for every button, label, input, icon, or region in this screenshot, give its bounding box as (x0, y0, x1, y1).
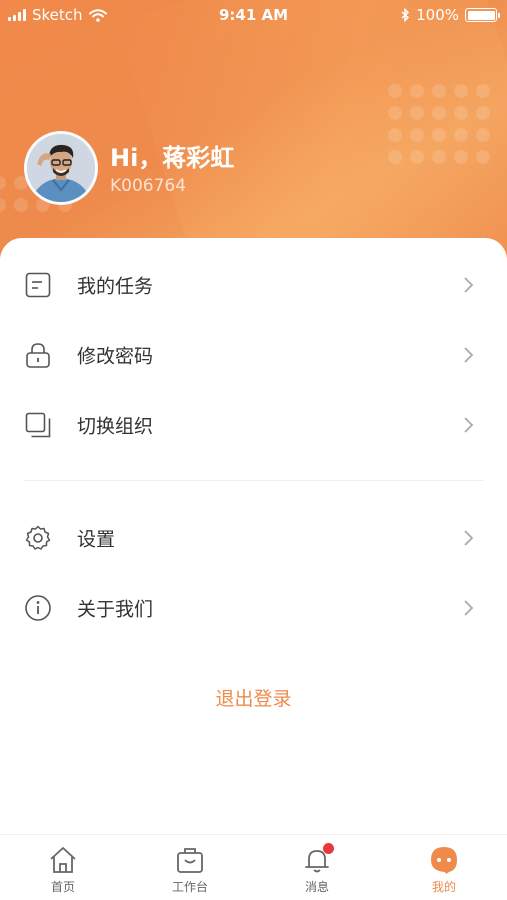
chevron-right-icon (464, 530, 474, 546)
info-icon (24, 594, 52, 622)
menu-item-label: 关于我们 (77, 598, 154, 621)
tab-label: 工作台 (171, 880, 208, 894)
chevron-right-icon (464, 600, 474, 616)
tab-label: 我的 (431, 880, 456, 894)
menu-item-my-tasks[interactable]: 我的任务 (0, 250, 507, 320)
avatar-photo (27, 134, 95, 202)
menu-divider (24, 480, 484, 481)
battery-icon (465, 8, 500, 22)
menu-item-label: 设置 (77, 528, 116, 551)
user-greeting: Hi，蒋彩虹 (110, 144, 235, 172)
task-document-icon (24, 271, 52, 299)
tab-workbench[interactable]: 工作台 (127, 835, 253, 900)
menu-item-change-password[interactable]: 修改密码 (0, 320, 507, 390)
briefcase-icon (175, 845, 205, 875)
user-id: K006764 (110, 176, 187, 196)
menu-item-label: 切换组织 (77, 415, 154, 438)
chevron-right-icon (464, 417, 474, 433)
chevron-right-icon (464, 277, 474, 293)
menu-item-switch-organization[interactable]: 切换组织 (0, 390, 507, 460)
menu-item-label: 我的任务 (77, 275, 154, 298)
notification-badge (323, 843, 334, 854)
bell-icon (302, 843, 334, 875)
chevron-right-icon (464, 347, 474, 363)
profile-header: Sketch 9:41 AM 100% Hi，蒋彩虹 K006764 (0, 0, 507, 270)
header-dot-pattern (388, 84, 490, 164)
menu-item-about-us[interactable]: 关于我们 (0, 573, 507, 643)
avatar[interactable] (24, 131, 98, 205)
switch-organization-icon (24, 411, 52, 439)
tab-mine[interactable]: 我的 (381, 835, 507, 900)
home-icon (48, 845, 78, 875)
lock-icon (24, 341, 52, 369)
bottom-tab-bar: 首页 工作台 消息 我的 (0, 834, 507, 900)
tab-messages[interactable]: 消息 (254, 835, 380, 900)
profile-face-icon (429, 845, 459, 875)
tab-home[interactable]: 首页 (0, 835, 126, 900)
menu-item-settings[interactable]: 设置 (0, 503, 507, 573)
logout-button[interactable]: 退出登录 (0, 684, 507, 711)
tab-label: 消息 (304, 880, 329, 894)
bluetooth-icon (401, 8, 410, 22)
menu-item-label: 修改密码 (77, 345, 154, 368)
tab-label: 首页 (50, 880, 75, 894)
gear-icon (24, 524, 52, 552)
status-bar: Sketch 9:41 AM 100% (0, 0, 507, 30)
battery-percent: 100% (416, 6, 459, 24)
